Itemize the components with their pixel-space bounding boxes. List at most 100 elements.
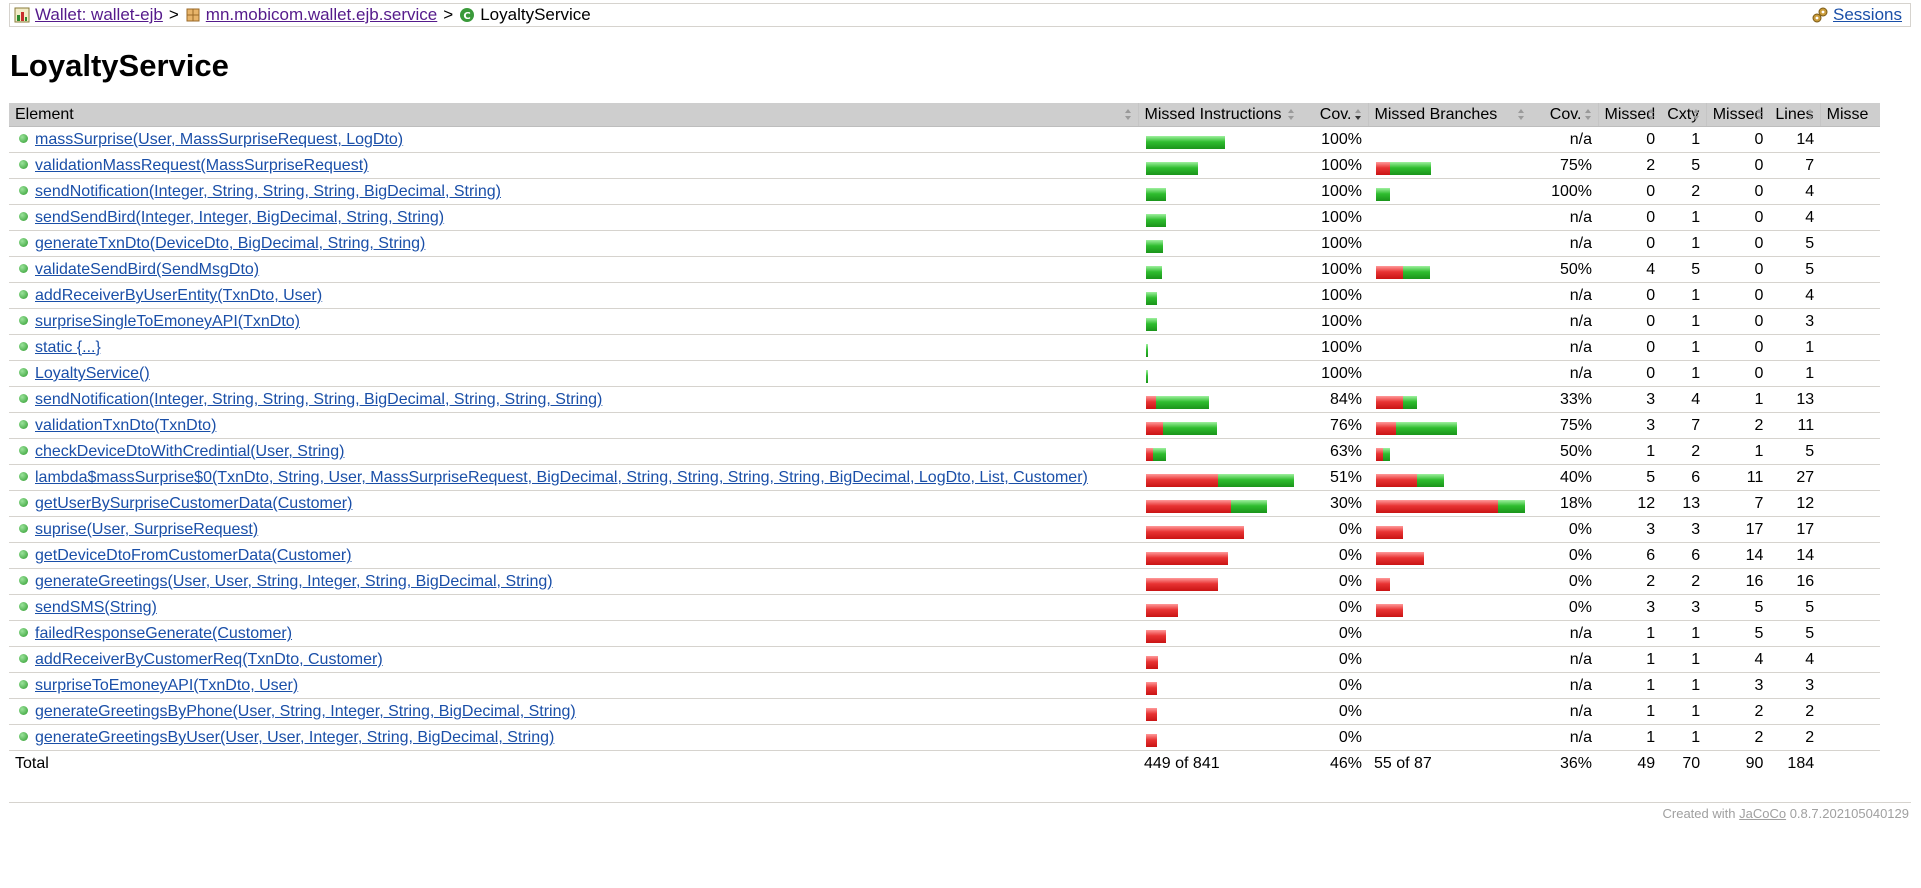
breadcrumb-report[interactable]: Wallet: wallet-ejb <box>14 4 163 26</box>
missed-methods <box>1820 412 1881 439</box>
method-icon <box>19 290 28 300</box>
header-lines[interactable]: Lines <box>1769 103 1821 127</box>
missed-cxty: 0 <box>1598 360 1662 387</box>
method-link[interactable]: sendNotification(Integer, String, String… <box>35 183 501 200</box>
header-missed-cxty[interactable]: Missed <box>1597 103 1662 127</box>
method-link[interactable]: validationTxnDto(TxnDto) <box>35 417 216 434</box>
instructions-cell <box>1138 308 1301 335</box>
lines: 5 <box>1769 438 1821 465</box>
cxty: 1 <box>1661 672 1707 699</box>
instructions-coverage: 63% <box>1301 438 1368 465</box>
instructions-coverage: 100% <box>1301 204 1368 231</box>
element-cell: getUserBySurpriseCustomerData(Customer) <box>9 490 1138 517</box>
table-row: sendNotification(Integer, String, String… <box>9 386 1881 413</box>
method-link[interactable]: surpriseSingleToEmoneyAPI(TxnDto) <box>35 313 300 330</box>
method-link[interactable]: lambda$massSurprise$0(TxnDto, String, Us… <box>35 469 1088 486</box>
method-link[interactable]: suprise(User, SurpriseRequest) <box>35 521 258 538</box>
header-element[interactable]: Element <box>9 103 1138 127</box>
footer-divider <box>9 802 1911 803</box>
method-link[interactable]: generateTxnDto(DeviceDto, BigDecimal, St… <box>35 235 425 252</box>
method-link[interactable]: sendSMS(String) <box>35 599 157 616</box>
missed-bar-segment <box>1376 604 1403 617</box>
missed-bar-segment <box>1146 630 1166 643</box>
missed-lines: 0 <box>1706 126 1770 153</box>
header-missed-lines[interactable]: Missed <box>1705 103 1770 127</box>
method-link[interactable]: addReceiverByUserEntity(TxnDto, User) <box>35 287 322 304</box>
breadcrumb-package[interactable]: mn.mobicom.wallet.ejb.service <box>185 4 437 26</box>
missed-cxty: 3 <box>1598 516 1662 543</box>
branches-coverage: n/a <box>1531 672 1598 699</box>
covered-bar-segment <box>1146 344 1148 357</box>
method-icon <box>19 446 28 456</box>
covered-bar-segment <box>1383 448 1390 461</box>
instructions-coverage: 0% <box>1301 672 1368 699</box>
covered-bar-segment <box>1156 396 1209 409</box>
breadcrumb-report-link[interactable]: Wallet: wallet-ejb <box>35 4 163 26</box>
element-cell: generateGreetingsByUser(User, User, Inte… <box>9 724 1138 751</box>
method-link[interactable]: checkDeviceDtoWithCredintial(User, Strin… <box>35 443 344 460</box>
table-row: getDeviceDtoFromCustomerData(Customer) 0%… <box>9 542 1881 569</box>
missed-bar-segment <box>1376 578 1390 591</box>
branches-coverage: n/a <box>1531 282 1598 309</box>
instructions-coverage: 76% <box>1301 412 1368 439</box>
jacoco-link[interactable]: JaCoCo <box>1739 806 1786 821</box>
table-row: suprise(User, SurpriseRequest) 0% 0% 3 3 17 17 <box>9 516 1881 543</box>
cxty: 1 <box>1661 724 1707 751</box>
method-link[interactable]: LoyaltyService() <box>35 365 150 382</box>
method-link[interactable]: generateGreetingsByUser(User, User, Inte… <box>35 729 554 746</box>
header-cov-branches[interactable]: Cov. <box>1531 103 1598 127</box>
method-link[interactable]: generateGreetingsByPhone(User, String, I… <box>35 703 576 720</box>
method-icon <box>19 238 28 248</box>
branches-cell <box>1368 698 1531 725</box>
method-link[interactable]: validationMassRequest(MassSurpriseReques… <box>35 157 368 174</box>
method-link[interactable]: getUserBySurpriseCustomerData(Customer) <box>35 495 352 512</box>
breadcrumb-package-link[interactable]: mn.mobicom.wallet.ejb.service <box>206 4 437 26</box>
missed-methods <box>1820 204 1881 231</box>
method-link[interactable]: massSurprise(User, MassSurpriseRequest, … <box>35 131 403 148</box>
method-link[interactable]: generateGreetings(User, User, String, In… <box>35 573 553 590</box>
covered-bar-segment <box>1146 136 1225 149</box>
branches-coverage: 18% <box>1531 490 1598 517</box>
missed-methods <box>1820 360 1881 387</box>
missed-methods <box>1820 464 1881 491</box>
instructions-bar <box>1146 604 1295 617</box>
branches-bar <box>1376 474 1525 487</box>
header-missed-instructions[interactable]: Missed Instructions <box>1137 103 1301 127</box>
cxty: 3 <box>1661 516 1707 543</box>
cxty: 1 <box>1661 360 1707 387</box>
lines: 4 <box>1769 282 1821 309</box>
header-cov-instructions[interactable]: Cov. <box>1301 103 1368 127</box>
sessions-link-wrap[interactable]: Sessions <box>1812 4 1902 26</box>
lines: 3 <box>1769 308 1821 335</box>
missed-lines: 7 <box>1706 490 1770 517</box>
covered-bar-segment <box>1163 422 1217 435</box>
branches-bar <box>1376 188 1525 201</box>
method-link[interactable]: surpriseToEmoneyAPI(TxnDto, User) <box>35 677 298 694</box>
instructions-coverage: 0% <box>1301 646 1368 673</box>
cxty: 2 <box>1661 178 1707 205</box>
table-row: massSurprise(User, MassSurpriseRequest, … <box>9 126 1881 153</box>
instructions-bar <box>1146 578 1295 591</box>
covered-bar-segment <box>1403 266 1430 279</box>
sessions-link[interactable]: Sessions <box>1833 4 1902 26</box>
instructions-bar <box>1146 630 1295 643</box>
method-link[interactable]: getDeviceDtoFromCustomerData(Customer) <box>35 547 352 564</box>
header-missed-methods[interactable]: Misse <box>1819 103 1881 127</box>
total-label: Total <box>15 755 49 772</box>
method-link[interactable]: sendSendBird(Integer, Integer, BigDecima… <box>35 209 444 226</box>
header-missed-branches[interactable]: Missed Branches <box>1367 103 1531 127</box>
covered-bar-segment <box>1146 318 1157 331</box>
method-link[interactable]: failedResponseGenerate(Customer) <box>35 625 292 642</box>
header-cxty[interactable]: Cxty <box>1661 103 1707 127</box>
branches-cell <box>1368 308 1531 335</box>
missed-bar-segment <box>1146 578 1218 591</box>
method-link[interactable]: static {...} <box>35 339 101 356</box>
method-link[interactable]: addReceiverByCustomerReq(TxnDto, Custome… <box>35 651 383 668</box>
method-icon <box>19 160 28 170</box>
instructions-cell <box>1138 490 1301 517</box>
instructions-bar <box>1146 188 1295 201</box>
method-link[interactable]: sendNotification(Integer, String, String… <box>35 391 602 408</box>
missed-bar-segment <box>1146 474 1218 487</box>
branches-coverage: n/a <box>1531 646 1598 673</box>
method-link[interactable]: validateSendBird(SendMsgDto) <box>35 261 259 278</box>
